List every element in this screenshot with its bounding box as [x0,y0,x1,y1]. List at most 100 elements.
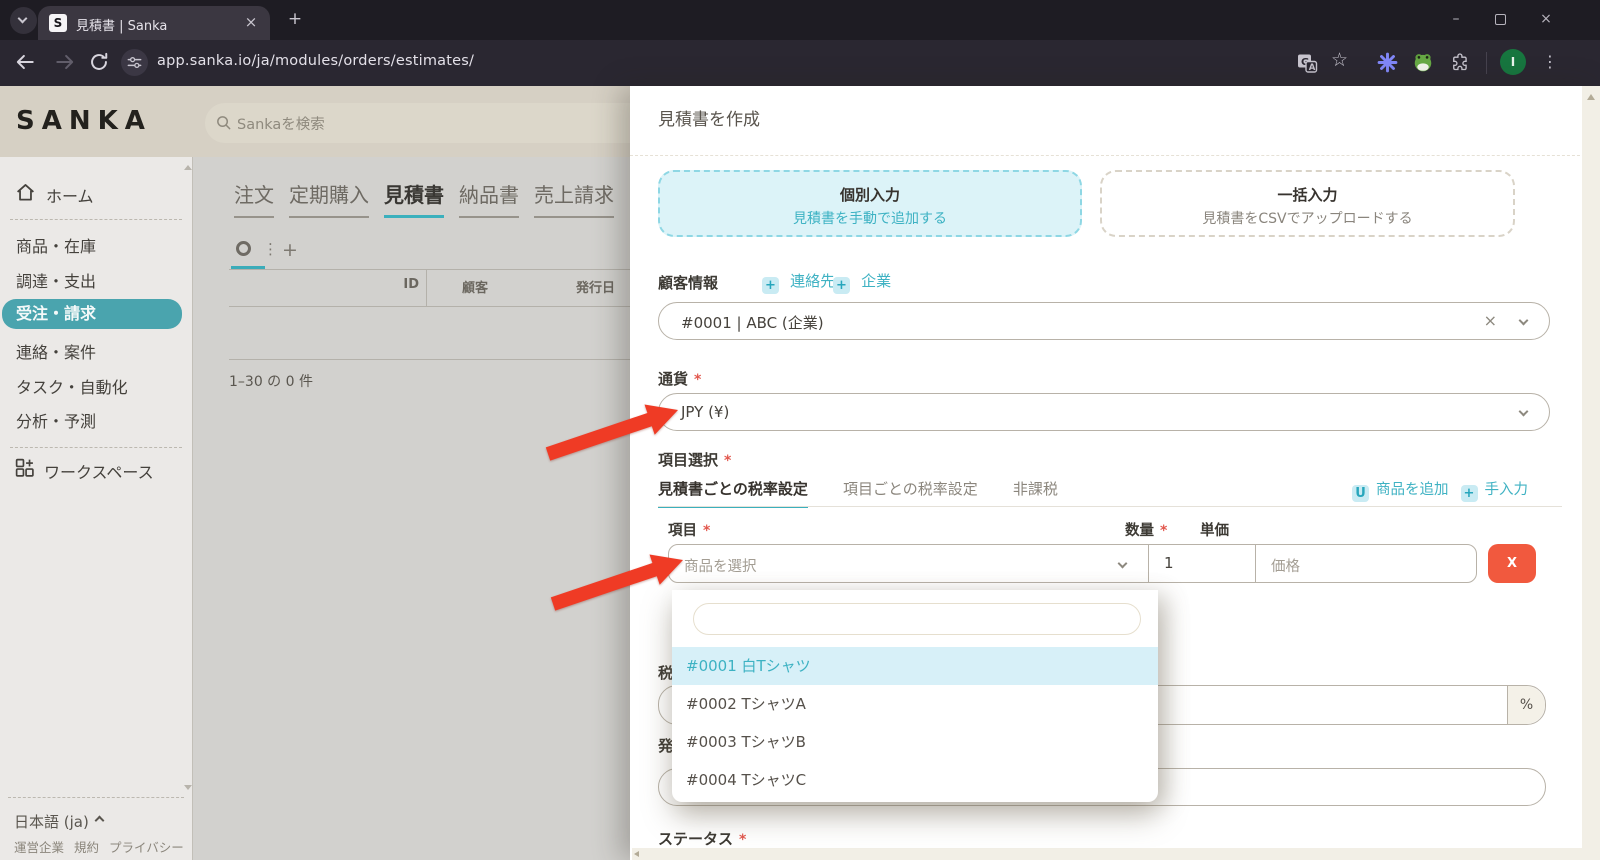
table-border [229,306,630,307]
column-header-customer[interactable]: 顧客 [462,277,488,296]
language-selector[interactable]: 日本語 (ja) [14,811,89,832]
sidebar-item-analytics[interactable]: 分析・予測 [16,408,96,432]
horizontal-scrollbar[interactable] [632,848,1582,860]
vertical-scrollbar[interactable] [1582,86,1600,860]
sidebar-divider [10,447,182,448]
browser-tab-bar: S 見積書 | Sanka × + – × [0,0,1600,40]
tab-close-icon[interactable]: × [242,13,260,31]
sidebar-item-tasks[interactable]: タスク・自動化 [16,374,128,398]
sanka-logo[interactable]: SANKA [16,106,152,136]
view-options-icon[interactable]: ⋮ [263,240,278,258]
window-close-button[interactable]: × [1531,11,1561,27]
tab-subscriptions[interactable]: 定期購入 [289,179,369,218]
required-mark: * [694,372,702,388]
card-title: 一括入力 [1277,186,1338,204]
global-search-input[interactable]: Sankaを検索 [205,103,630,143]
add-company-link[interactable]: + 企業 [833,270,891,294]
pagination-text: 1–30 の 0 件 [229,374,313,390]
add-product-link[interactable]: 商品を追加 [1376,482,1449,498]
add-contact-link[interactable]: + 連絡先 [762,270,835,294]
manual-entry-link[interactable]: 手入力 [1485,482,1529,498]
tab-orders[interactable]: 注文 [234,179,274,218]
sidebar-item-contacts[interactable]: 連絡・案件 [16,339,96,363]
bookmark-star-icon[interactable]: ☆ [1331,49,1348,71]
add-company-label: 企業 [861,272,892,290]
dropdown-option-2[interactable]: #0002 TシャツA [672,685,1158,723]
sidebar-item-home[interactable]: ホーム [46,183,94,207]
remove-line-item-button[interactable]: X [1488,544,1536,583]
dropdown-search-input[interactable] [693,603,1141,635]
tax-tab-exempt[interactable]: 非課税 [1013,478,1058,506]
table-border [229,269,630,270]
reload-icon[interactable] [88,51,110,73]
dropdown-option-1[interactable]: #0001 白Tシャツ [672,647,1158,685]
tax-tab-per-estimate[interactable]: 見積書ごとの税率設定 [658,478,808,508]
column-header-id[interactable]: ID [379,277,419,292]
entry-mode-individual-card[interactable]: 個別入力 見積書を手動で追加する [658,170,1082,237]
product-icon: U [1352,485,1369,502]
drawer-title: 見積書を作成 [658,110,760,130]
extensions-puzzle-icon[interactable] [1450,52,1470,72]
card-subtitle: 見積書をCSVでアップロードする [1202,211,1413,227]
tab-delivery-notes[interactable]: 納品書 [459,179,519,218]
tab-search-chevron-button[interactable] [10,7,37,34]
dropdown-option-3[interactable]: #0003 TシャツB [672,723,1158,761]
sidebar-divider [10,219,182,220]
site-info-button[interactable] [121,49,148,76]
column-header-issue-date[interactable]: 発行日 [576,277,615,296]
scroll-left-icon[interactable] [634,851,639,857]
url-bar[interactable]: app.sanka.io/ja/modules/orders/estimates… [157,53,474,69]
card-title: 個別入力 [839,186,900,204]
window-maximize-button[interactable] [1495,14,1506,25]
module-tabs: 注文 定期購入 見積書 納品書 売上請求 [234,179,614,218]
main-list-area: 注文 定期購入 見積書 納品書 売上請求 ⋮ + ID 顧客 発行日 1–30 … [194,157,630,860]
footer-link-privacy[interactable]: プライバシー [109,840,184,855]
unit-price-input[interactable]: 価格 [1256,545,1476,582]
plus-icon: + [762,277,779,294]
add-contact-label: 連絡先 [790,272,836,290]
workspace-icon [15,458,34,477]
sidebar-item-workspace[interactable]: ワークスペース [44,459,154,483]
browser-menu-icon[interactable]: ⋮ [1542,52,1558,71]
profile-avatar[interactable]: I [1500,49,1526,75]
required-mark: * [724,453,732,469]
window-minimize-button[interactable]: – [1441,11,1471,27]
chevron-down-icon [1117,558,1128,569]
sidebar-item-products[interactable]: 商品・在庫 [16,233,96,257]
required-mark: * [1160,523,1168,539]
new-tab-button[interactable]: + [284,8,306,30]
sidebar-scroll-down-icon[interactable] [184,785,192,790]
sidebar-item-orders-active[interactable]: 受注・請求 [2,299,182,329]
status-label: ステータス * [658,830,747,848]
sidebar-scroll-up-icon[interactable] [184,165,192,170]
dropdown-option-4[interactable]: #0004 TシャツC [672,761,1158,799]
currency-label: 通貨 * [658,370,702,388]
favicon-icon: S [49,14,67,32]
add-view-icon[interactable]: + [282,239,298,261]
back-icon[interactable] [14,51,36,73]
tab-estimates-active[interactable]: 見積書 [384,179,444,218]
footer-link-company[interactable]: 運営企業 [14,840,64,855]
tab-sales-invoices[interactable]: 売上請求 [534,179,614,218]
entry-mode-bulk-card[interactable]: 一括入力 見積書をCSVでアップロードする [1100,170,1515,237]
translate-icon[interactable]: GA [1296,52,1318,74]
product-select-placeholder: 商品を選択 [684,559,757,575]
currency-select[interactable]: JPY (¥) [658,393,1550,431]
required-mark: * [739,832,747,848]
forward-icon[interactable] [54,51,76,73]
tax-tab-per-item[interactable]: 項目ごとの税率設定 [843,478,978,506]
footer-link-terms[interactable]: 規約 [74,840,99,855]
extension-starburst-icon[interactable] [1377,52,1398,73]
customer-select[interactable]: #0001 | ABC (企業) × [658,302,1550,340]
extension-frog-icon[interactable] [1412,51,1434,73]
scroll-up-icon[interactable] [1587,94,1595,100]
browser-tab[interactable]: S 見積書 | Sanka × [38,6,270,40]
product-select[interactable]: 商品を選択 [669,545,1149,582]
clear-icon[interactable]: × [1484,311,1497,330]
sidebar-item-procurement[interactable]: 調達・支出 [16,268,96,292]
quantity-value: 1 [1164,554,1174,572]
view-circle-icon[interactable] [236,241,251,256]
annotation-arrow-currency [545,404,678,461]
quantity-input[interactable]: 1 [1149,545,1256,582]
tab-title: 見積書 | Sanka [76,19,168,34]
